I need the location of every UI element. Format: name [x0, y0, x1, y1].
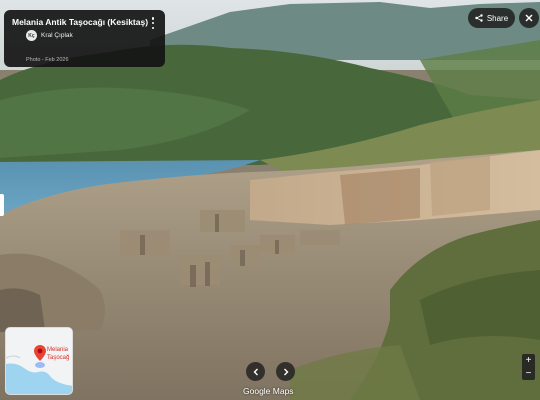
chevron-right-icon [283, 368, 288, 375]
place-title[interactable]: Melania Antik Taşocağı (Kesiktaş) [12, 17, 157, 27]
side-panel-handle[interactable] [0, 194, 4, 216]
share-button[interactable]: Share [468, 8, 515, 28]
zoom-control: + − [522, 354, 535, 380]
google-maps-watermark: Google Maps [243, 386, 294, 396]
share-label: Share [486, 13, 509, 23]
photo-info-card: Melania Antik Taşocağı (Kesiktaş) Kç Kra… [4, 10, 165, 67]
zoom-in-button[interactable]: + [522, 354, 535, 367]
avatar: Kç [26, 30, 37, 41]
close-icon [525, 14, 533, 22]
close-button[interactable] [519, 8, 539, 28]
share-icon [475, 14, 483, 22]
minimap[interactable]: Melania Taşocağ [5, 327, 73, 395]
chevron-left-icon [253, 368, 258, 375]
zoom-out-button[interactable]: − [522, 367, 535, 380]
prev-photo-button[interactable] [246, 362, 265, 381]
author-name: Kral Çıplak [41, 32, 73, 39]
view-direction-icon [35, 362, 45, 368]
more-vert-icon[interactable] [148, 16, 158, 30]
next-photo-button[interactable] [276, 362, 295, 381]
author[interactable]: Kç Kral Çıplak [26, 30, 73, 41]
photo-date: Photo - Feb 2026 [26, 57, 69, 63]
map-pin-icon [34, 345, 46, 361]
minimap-place-label: Melania Taşocağ [47, 347, 70, 361]
